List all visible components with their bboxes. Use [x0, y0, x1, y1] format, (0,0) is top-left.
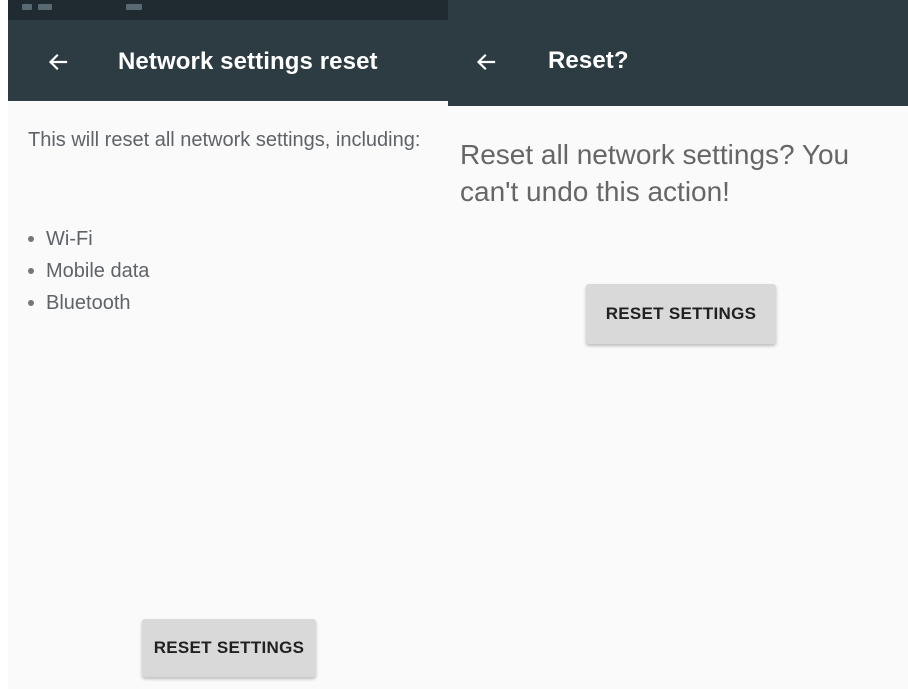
network-settings-reset-screen: Network settings reset This will reset a…	[8, 0, 448, 689]
reset-items-list: Wi-Fi Mobile data Bluetooth	[28, 223, 149, 319]
list-item: Mobile data	[28, 255, 149, 287]
bullet-icon	[28, 268, 34, 274]
reset-confirm-screen: Reset? Reset all network settings? You c…	[448, 0, 908, 689]
list-item-label: Bluetooth	[46, 292, 131, 314]
arrow-left-icon[interactable]	[472, 48, 500, 76]
reset-description: This will reset all network settings, in…	[28, 129, 421, 151]
status-icon	[126, 4, 142, 10]
reset-settings-button[interactable]: RESET SETTINGS	[142, 619, 316, 677]
reset-settings-confirm-button[interactable]: RESET SETTINGS	[586, 284, 776, 344]
content-area: Reset all network settings? You can't un…	[448, 106, 908, 689]
status-icon	[38, 4, 52, 10]
screenshot-stage: Network settings reset This will reset a…	[0, 0, 908, 689]
bullet-icon	[28, 300, 34, 306]
page-title: Reset?	[548, 47, 629, 74]
app-bar: Reset?	[448, 0, 908, 106]
app-bar: Network settings reset	[8, 20, 448, 101]
list-item-label: Wi-Fi	[46, 228, 93, 250]
content-area: This will reset all network settings, in…	[8, 101, 448, 689]
confirm-message: Reset all network settings? You can't un…	[460, 139, 850, 207]
bullet-icon	[28, 236, 34, 242]
arrow-left-icon[interactable]	[44, 48, 72, 76]
status-icon	[22, 4, 32, 10]
list-item: Bluetooth	[28, 287, 149, 319]
list-item-label: Mobile data	[46, 260, 150, 282]
list-item: Wi-Fi	[28, 223, 149, 255]
page-title: Network settings reset	[118, 48, 378, 75]
status-bar	[8, 0, 448, 20]
